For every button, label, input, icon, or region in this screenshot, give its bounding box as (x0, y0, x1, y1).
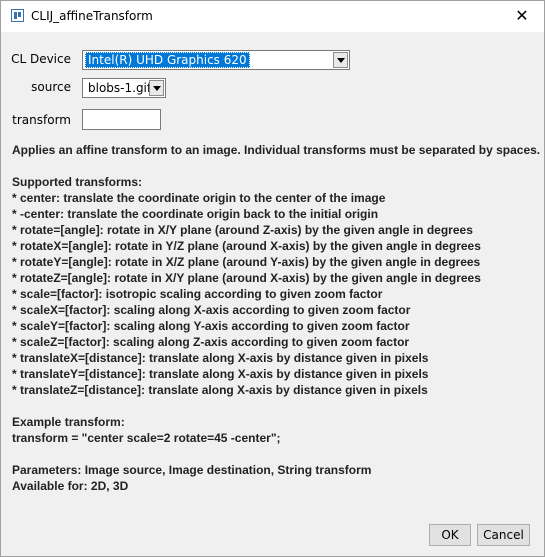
transform-item: * translateX=[distance]: translate along… (12, 351, 429, 365)
transform-item: * -center: translate the coordinate orig… (12, 207, 379, 221)
dialog-window: CLIJ_affineTransform ✕ CL Device Intel(R… (0, 0, 545, 557)
available-text: Available for: 2D, 3D (12, 479, 129, 493)
transform-field[interactable] (82, 109, 161, 130)
transform-item: * scale=[factor]: isotropic scaling acco… (12, 287, 383, 301)
source-label: source (31, 80, 71, 94)
device-select[interactable]: Intel(R) UHD Graphics 620 (82, 50, 350, 70)
help-text: Applies an affine transform to an image.… (12, 142, 541, 494)
transform-item: * rotateZ=[angle]: rotate in X/Y plane (… (12, 271, 481, 285)
chevron-down-icon[interactable] (149, 80, 164, 96)
help-intro: Applies an affine transform to an image.… (12, 143, 541, 157)
transform-item: * translateZ=[distance]: translate along… (12, 383, 428, 397)
device-label: CL Device (11, 52, 71, 66)
source-select[interactable]: blobs-1.gif (82, 78, 166, 98)
parameters-text: Parameters: Image source, Image destinat… (12, 463, 372, 477)
transform-item: * scaleZ=[factor]: scaling along Z-axis … (12, 335, 410, 349)
transform-item: * rotateX=[angle]: rotate in Y/Z plane (… (12, 239, 481, 253)
title-bar[interactable]: CLIJ_affineTransform ✕ (1, 1, 544, 32)
transform-item: * scaleX=[factor]: scaling along X-axis … (12, 303, 411, 317)
transform-item: * center: translate the coordinate origi… (12, 191, 386, 205)
imagej-app-icon (11, 9, 24, 22)
transform-item: * rotate=[angle]: rotate in X/Y plane (a… (12, 223, 473, 237)
chevron-down-icon[interactable] (333, 52, 348, 68)
transform-item: * rotateY=[angle]: rotate in X/Z plane (… (12, 255, 481, 269)
ok-button[interactable]: OK (429, 524, 471, 546)
dialog-body: CL Device Intel(R) UHD Graphics 620 sour… (1, 32, 544, 556)
close-button[interactable]: ✕ (508, 4, 536, 28)
example-heading: Example transform: (12, 415, 125, 429)
transform-item: * scaleY=[factor]: scaling along Y-axis … (12, 319, 410, 333)
device-select-value: Intel(R) UHD Graphics 620 (85, 52, 250, 68)
transform-label: transform (12, 113, 71, 127)
example-value: transform = "center scale=2 rotate=45 -c… (12, 431, 281, 445)
source-select-value: blobs-1.gif (88, 81, 152, 95)
cancel-button[interactable]: Cancel (477, 524, 530, 546)
transform-item: * translateY=[distance]: translate along… (12, 367, 429, 381)
supported-heading: Supported transforms: (12, 175, 143, 189)
window-title: CLIJ_affineTransform (31, 9, 153, 23)
